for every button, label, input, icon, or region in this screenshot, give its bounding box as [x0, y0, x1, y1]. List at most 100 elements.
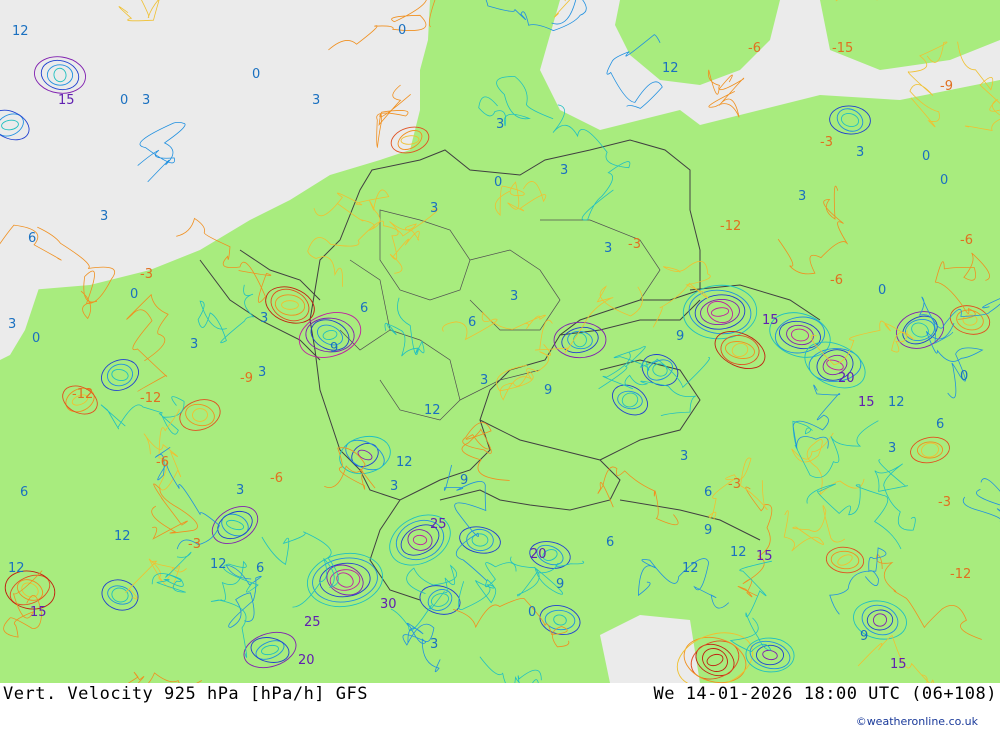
contour-ring: [921, 442, 939, 458]
contour-value-label: 6: [256, 561, 264, 576]
contour-value-label: 6: [704, 485, 712, 500]
contour-line: [210, 560, 259, 658]
contour-value-label: 6: [28, 231, 36, 246]
contour-line: [127, 671, 202, 683]
contour-value-label: 15: [858, 395, 875, 410]
contour-ring: [430, 593, 450, 607]
contour-ring: [910, 436, 950, 464]
contour-value-label: 9: [556, 577, 564, 592]
contour-value-label: 6: [936, 417, 944, 432]
contour-ring: [270, 288, 310, 322]
contour-line: [737, 486, 773, 598]
contour-value-label: 6: [468, 315, 476, 330]
weather-map: 12 15 3 0 0 3 0 3 6 -3 0 3 0 3 3 6 9 3 -9 -12 -12 3 3 0 3 3 -3 -12 1…: [0, 0, 1000, 683]
contour-value-label: 3: [496, 117, 504, 132]
contour-line: [151, 551, 192, 593]
credit-link[interactable]: ©weatheronline.co.uk: [856, 715, 978, 728]
contour-ring: [261, 644, 279, 656]
contour-value-label: -15: [832, 41, 853, 56]
contour-value-label: 12: [8, 561, 25, 576]
contour-value-label: 0: [120, 93, 128, 108]
contour-ring: [16, 579, 44, 601]
contour-ring: [389, 514, 451, 566]
contour-value-label: -12: [140, 391, 161, 406]
contour-value-label: 3: [8, 317, 16, 332]
contour-value-label: 3: [142, 93, 150, 108]
contour-value-label: 3: [430, 201, 438, 216]
contour-ring: [211, 506, 259, 544]
contour-value-label: 6: [606, 535, 614, 550]
contour-value-label: 3: [390, 479, 398, 494]
south-grey-region: [600, 615, 700, 683]
contour-ring: [255, 640, 285, 660]
contour-line: [534, 285, 643, 353]
contour-line: [777, 185, 848, 275]
contour-ring: [243, 631, 297, 669]
contour-line: [810, 320, 915, 366]
contour-value-label: 30: [380, 597, 397, 612]
contour-line: [457, 562, 517, 610]
contour-value-label: 9: [544, 383, 552, 398]
contour-line: [126, 293, 169, 392]
contour-ring: [111, 368, 129, 382]
contour-value-label: 9: [704, 523, 712, 538]
contour-line: [151, 483, 198, 540]
contour-value-label: 0: [32, 331, 40, 346]
contour-value-label: 12: [682, 561, 699, 576]
contour-ring: [830, 550, 860, 570]
contour-value-label: 20: [530, 547, 547, 562]
contour-ring: [872, 613, 888, 627]
contour-value-label: 3: [430, 637, 438, 652]
contour-line: [962, 478, 1000, 522]
contour-value-label: 0: [878, 283, 886, 298]
contour-ring: [916, 441, 944, 459]
contour-value-label: 3: [260, 311, 268, 326]
west-grey-region: [0, 285, 40, 360]
contour-value-label: 12: [396, 455, 413, 470]
contour-value-label: 20: [838, 371, 855, 386]
contour-ring: [911, 322, 929, 338]
contour-line: [324, 447, 376, 490]
contour-ring: [786, 324, 814, 346]
contour-value-label: 15: [762, 313, 779, 328]
contour-value-label: 3: [258, 365, 266, 380]
contour-value-label: 0: [940, 173, 948, 188]
contour-ring: [221, 513, 249, 537]
contour-value-label: -9: [940, 79, 953, 94]
contour-line: [510, 556, 585, 597]
contour-value-label: 15: [30, 605, 47, 620]
contour-value-label: 0: [960, 369, 968, 384]
contour-value-label: 3: [680, 449, 688, 464]
contour-value-label: 3: [480, 373, 488, 388]
contour-value-label: 12: [888, 395, 905, 410]
contour-value-label: 6: [20, 485, 28, 500]
contour-ring: [322, 329, 338, 341]
contour-value-label: -6: [830, 273, 843, 288]
contour-line: [479, 656, 542, 683]
contour-value-label: 12: [12, 24, 29, 39]
contour-line: [389, 221, 420, 274]
contour-value-label: 3: [798, 189, 806, 204]
chart-title: Vert. Velocity 925 hPa [hPa/h] GFS: [3, 684, 368, 704]
contour-ring: [345, 439, 385, 471]
contour-ring: [612, 384, 648, 416]
contour-ring: [106, 363, 134, 387]
contour-value-label: 3: [604, 241, 612, 256]
contour-value-label: 9: [676, 329, 684, 344]
valid-time: We 14-01-2026 18:00 UTC (06+108): [653, 684, 997, 704]
contour-line: [496, 344, 551, 401]
contour-ring: [459, 526, 501, 554]
contour-line: [384, 297, 425, 357]
contour-value-label: 0: [252, 67, 260, 82]
contour-ring: [617, 390, 643, 410]
map-canvas: 1215 3003036-3030 33693-9-12 -1233033 -3-121…: [0, 0, 1000, 683]
contour-value-label: 15: [58, 93, 75, 108]
contour-value-label: 0: [398, 23, 406, 38]
contour-value-label: -6: [156, 455, 169, 470]
contour-value-label: 15: [890, 657, 907, 672]
contour-value-label: 25: [304, 615, 321, 630]
contour-line: [143, 409, 182, 491]
contour-value-label: 3: [100, 209, 108, 224]
contour-ring: [306, 552, 384, 608]
contour-value-label: 0: [528, 605, 536, 620]
